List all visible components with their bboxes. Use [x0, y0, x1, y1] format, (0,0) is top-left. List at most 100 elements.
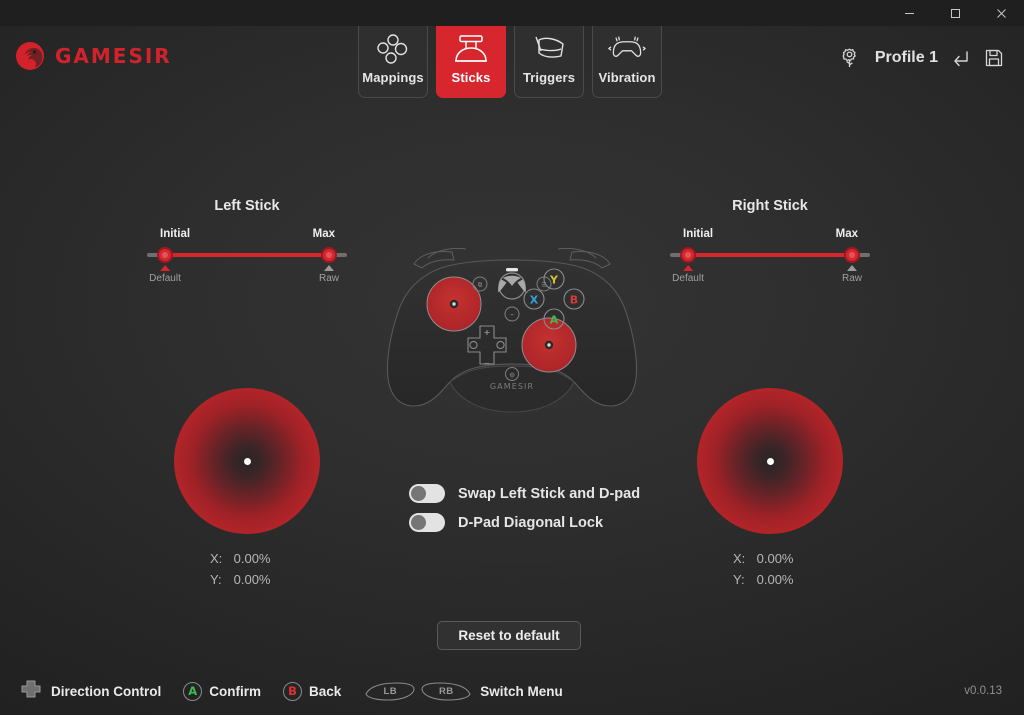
tab-vibration-label: Vibration — [598, 69, 656, 85]
thumbstick-icon — [451, 32, 491, 66]
shoulder-buttons-icon: LB RB — [363, 681, 473, 702]
dpad-dots-icon — [373, 32, 413, 66]
right-slider-marks: Default Raw — [670, 265, 870, 289]
right-stick-slider[interactable] — [670, 246, 870, 264]
controller-brand-label: GAMESIR — [490, 382, 534, 391]
a-button-icon: A — [183, 681, 203, 701]
left-slider-captions: Initial Max — [147, 228, 347, 241]
right-readout-y-value: 0.00% — [756, 572, 794, 587]
right-readout-x-value: 0.00% — [756, 551, 794, 566]
swap-left-stick-label: Swap Left Stick and D-pad — [458, 485, 641, 502]
right-slider-initial-knob[interactable] — [680, 247, 696, 263]
right-mark-default: Default — [672, 265, 704, 284]
legend-direction-control: Direction Control — [18, 677, 161, 706]
close-icon — [996, 8, 1006, 18]
tab-vibration[interactable]: Vibration — [592, 18, 662, 98]
right-stick-readout: X: 0.00% Y: 0.00% — [697, 548, 843, 590]
svg-text:Y: Y — [549, 273, 559, 286]
gear-tree-icon[interactable] — [838, 46, 862, 70]
right-readout-x-label: X: — [733, 551, 746, 566]
minimize-button[interactable] — [886, 0, 932, 26]
left-mark-raw: Raw — [319, 265, 339, 284]
left-slider-max-label: Max — [312, 228, 335, 240]
reset-to-default-button[interactable]: Reset to default — [437, 621, 581, 650]
right-deadzone-circle[interactable] — [697, 388, 843, 534]
dpad-diagonal-lock-label: D-Pad Diagonal Lock — [458, 514, 604, 531]
left-slider-marks: Default Raw — [147, 265, 347, 289]
tab-triggers[interactable]: Triggers — [514, 18, 584, 98]
floppy-disk-icon[interactable] — [984, 48, 1004, 68]
left-readout-y-value: 0.00% — [233, 572, 271, 587]
vibration-icon — [607, 32, 647, 66]
main-nav: Mappings Sticks Triggers Vibration — [358, 18, 662, 98]
left-readout-y-row: Y: 0.00% — [210, 569, 320, 590]
left-slider-initial-label: Initial — [160, 228, 191, 240]
right-mark-default-label: Default — [672, 273, 704, 284]
svg-text:A: A — [550, 313, 559, 326]
triangle-marker-icon — [160, 265, 170, 271]
legend-direction-control-label: Direction Control — [51, 683, 162, 699]
svg-text:X: X — [530, 293, 539, 306]
triangle-marker-icon — [683, 265, 693, 271]
dpad-diagonal-lock-toggle[interactable] — [409, 513, 445, 532]
right-stick-panel: Right Stick Initial Max Default Raw — [670, 198, 870, 289]
svg-text:B: B — [570, 293, 578, 306]
legend-confirm: A Confirm — [183, 681, 261, 701]
rb-button-icon: RB — [419, 681, 473, 702]
tab-sticks-label: Sticks — [451, 69, 491, 85]
maximize-button[interactable] — [932, 0, 978, 26]
left-readout-x-value: 0.00% — [233, 551, 271, 566]
footer-status-bar: Direction Control A Confirm B Back LB RB… — [0, 667, 1024, 715]
left-mark-raw-label: Raw — [318, 273, 340, 284]
left-mark-default: Default — [149, 265, 181, 284]
brand: GAMESIR — [14, 40, 172, 72]
left-stick-panel: Left Stick Initial Max Default Raw — [147, 198, 347, 289]
close-button[interactable] — [978, 0, 1024, 26]
swap-left-stick-toggle[interactable] — [409, 484, 445, 503]
svg-text:◍: ◍ — [509, 371, 514, 378]
version-label: v0.0.13 — [964, 685, 1002, 697]
left-slider-initial-knob[interactable] — [157, 247, 173, 263]
b-button-icon: B — [283, 681, 302, 701]
left-deadzone-visualizer: X: 0.00% Y: 0.00% — [174, 388, 320, 590]
option-swap-left-stick-and-dpad[interactable]: Swap Left Stick and D-pad — [409, 484, 640, 503]
right-readout-y-label: Y: — [733, 572, 745, 587]
tab-mappings[interactable]: Mappings — [358, 18, 428, 98]
toggle-knob — [411, 515, 426, 530]
left-readout-x-row: X: 0.00% — [210, 548, 320, 569]
tab-mappings-label: Mappings — [362, 69, 424, 85]
right-stick-position-dot — [766, 457, 774, 465]
minimize-icon — [904, 12, 914, 14]
header: GAMESIR Mappings Sticks Triggers Vibrati… — [0, 18, 1024, 112]
right-mark-raw: Raw — [842, 265, 862, 284]
controller-diagram: ⧉ ☰ ⌁ ◍ Y X B A GAMESIR — [372, 246, 652, 446]
trigger-icon — [529, 32, 569, 66]
options-group: Swap Left Stick and D-pad D-Pad Diagonal… — [409, 484, 640, 532]
app-window: GAMESIR Mappings Sticks Triggers Vibrati… — [0, 0, 1024, 715]
left-deadzone-circle[interactable] — [174, 388, 320, 534]
svg-text:⧉: ⧉ — [478, 282, 483, 289]
svg-text:⌁: ⌁ — [510, 312, 514, 319]
right-slider-max-label: Max — [835, 228, 858, 240]
right-stick-title: Right Stick — [732, 198, 808, 214]
profile-group: Profile 1 — [838, 46, 1004, 70]
maximize-icon — [950, 8, 960, 18]
left-slider-max-knob[interactable] — [321, 247, 337, 263]
option-dpad-diagonal-lock[interactable]: D-Pad Diagonal Lock — [409, 513, 640, 532]
right-slider-captions: Initial Max — [670, 228, 870, 241]
slider-fill — [688, 253, 852, 257]
left-stick-title: Left Stick — [214, 198, 280, 214]
tab-sticks[interactable]: Sticks — [436, 18, 506, 98]
right-mark-raw-label: Raw — [841, 273, 863, 284]
undo-arrow-icon[interactable] — [951, 48, 971, 68]
left-stick-readout: X: 0.00% Y: 0.00% — [174, 548, 320, 590]
right-deadzone-visualizer: X: 0.00% Y: 0.00% — [697, 388, 843, 590]
legend-confirm-label: Confirm — [209, 683, 261, 699]
left-stick-slider[interactable] — [147, 246, 347, 264]
slider-fill — [165, 253, 329, 257]
profile-name[interactable]: Profile 1 — [875, 49, 938, 67]
right-slider-max-knob[interactable] — [844, 247, 860, 263]
tab-triggers-label: Triggers — [522, 69, 576, 85]
right-slider-initial-label: Initial — [683, 228, 714, 240]
right-readout-y-row: Y: 0.00% — [733, 569, 843, 590]
